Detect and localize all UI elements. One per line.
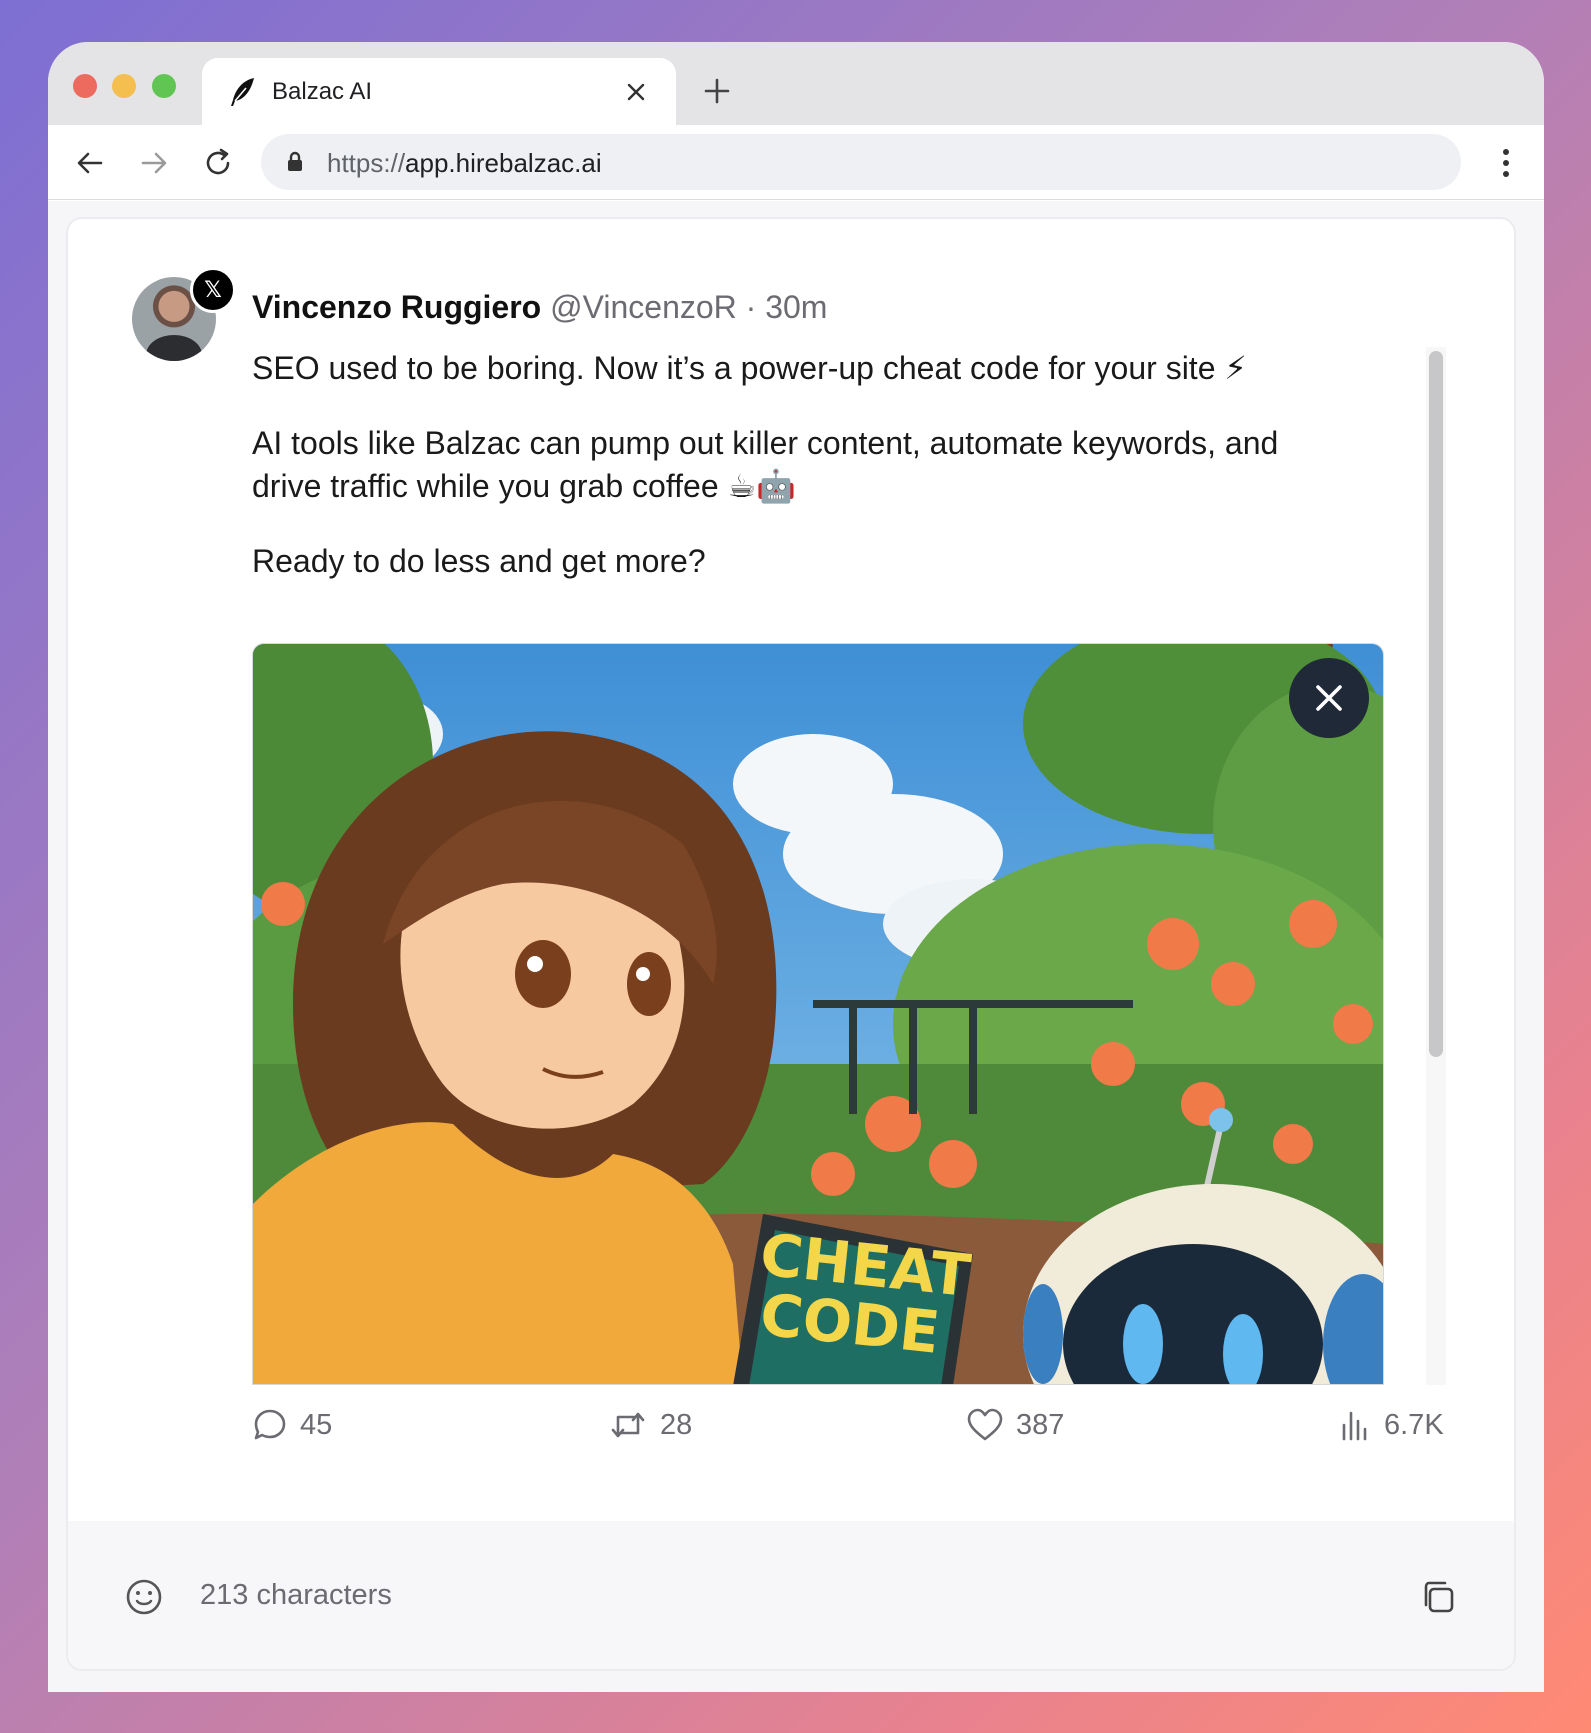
- minimize-window-button[interactable]: [112, 74, 136, 98]
- browser-toolbar: https://app.hirebalzac.ai: [48, 125, 1544, 200]
- repost-stat[interactable]: 28: [608, 1407, 692, 1443]
- views-stat[interactable]: 6.7K: [1340, 1407, 1444, 1443]
- plus-icon[interactable]: [702, 76, 732, 106]
- post-paragraph: Ready to do less and get more?: [252, 543, 706, 579]
- repost-count: 28: [660, 1408, 693, 1441]
- bar-chart-icon: [1342, 1411, 1367, 1441]
- post-image: CHEAT CODE: [252, 643, 1384, 1385]
- post-text[interactable]: SEO used to be boring. Now it’s a power-…: [252, 347, 1352, 615]
- page-content: 𝕏 Vincenzo Ruggiero @VincenzoR · 30m SEO…: [48, 201, 1544, 1692]
- scrollbar-thumb[interactable]: [1429, 351, 1443, 1057]
- reload-icon[interactable]: [200, 145, 236, 181]
- x-platform-icon: 𝕏: [190, 267, 236, 313]
- kebab-menu-icon[interactable]: [1494, 143, 1518, 183]
- character-count: 213 characters: [200, 1579, 392, 1611]
- smiley-icon[interactable]: [124, 1577, 164, 1617]
- like-count: 387: [1016, 1408, 1065, 1441]
- reply-count: 45: [300, 1408, 333, 1441]
- remove-image-button[interactable]: [1289, 658, 1369, 738]
- like-stat[interactable]: 387: [966, 1407, 1064, 1443]
- tab-title: Balzac AI: [272, 78, 373, 105]
- close-icon: [1316, 685, 1342, 711]
- arrow-right-icon[interactable]: [136, 145, 172, 181]
- editor-footer: 213 characters: [68, 1521, 1514, 1669]
- arrow-left-icon[interactable]: [72, 145, 108, 181]
- browser-titlebar: Balzac AI: [48, 42, 1544, 125]
- scrollbar[interactable]: [1426, 347, 1446, 1385]
- url-scheme: https://: [327, 148, 406, 178]
- address-bar[interactable]: https://app.hirebalzac.ai: [261, 134, 1461, 190]
- post-paragraph: SEO used to be boring. Now it’s a power-…: [252, 350, 1247, 386]
- views-count: 6.7K: [1384, 1408, 1444, 1441]
- lock-icon: [288, 151, 302, 171]
- illustration-girl-robot-garden: CHEAT CODE: [253, 644, 1383, 1384]
- heart-icon: [967, 1408, 1003, 1441]
- post-paragraph: AI tools like Balzac can pump out killer…: [252, 425, 1279, 504]
- post-stats-bar: 45 28 387 6.7K: [252, 1407, 1448, 1451]
- browser-window: Balzac AI https://app.hirebalzac.ai 𝕏 Vi…: [48, 42, 1544, 1692]
- reply-stat[interactable]: 45: [252, 1407, 332, 1443]
- post-timestamp: · 30m: [745, 289, 828, 325]
- post-header: Vincenzo Ruggiero @VincenzoR · 30m: [252, 289, 827, 326]
- chat-bubble-icon: [254, 1409, 286, 1440]
- author-handle: @VincenzoR: [550, 289, 737, 325]
- url-host: app.hirebalzac.ai: [405, 148, 602, 178]
- post-preview-card: 𝕏 Vincenzo Ruggiero @VincenzoR · 30m SEO…: [66, 217, 1516, 1671]
- author-name: Vincenzo Ruggiero: [252, 289, 542, 325]
- url-text: https://app.hirebalzac.ai: [327, 148, 602, 179]
- maximize-window-button[interactable]: [152, 74, 176, 98]
- close-icon[interactable]: [624, 80, 648, 104]
- copy-icon[interactable]: [1418, 1577, 1458, 1617]
- browser-tab[interactable]: Balzac AI: [202, 58, 676, 125]
- quill-feather-icon: [231, 78, 254, 106]
- repost-icon: [611, 1412, 645, 1438]
- close-window-button[interactable]: [73, 74, 97, 98]
